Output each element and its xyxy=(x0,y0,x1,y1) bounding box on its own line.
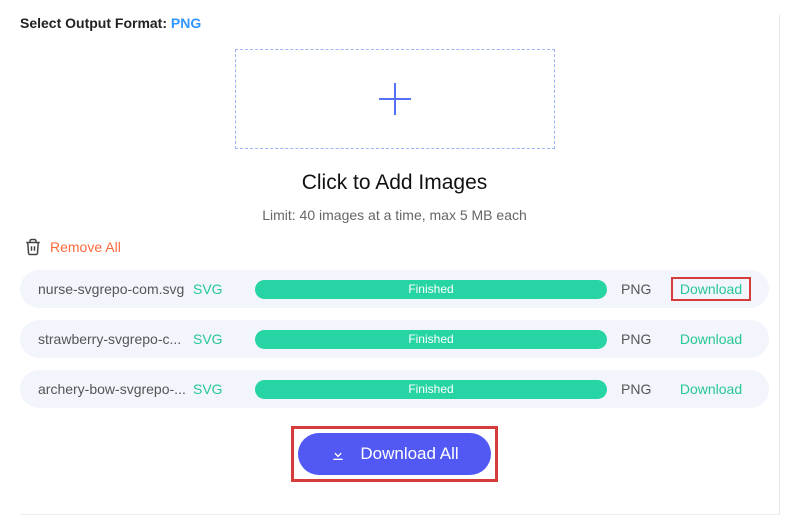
file-name: strawberry-svgrepo-c... xyxy=(38,331,193,347)
file-row: strawberry-svgrepo-c...SVG Finished PNGDow… xyxy=(20,320,769,358)
download-all-highlight: Download All xyxy=(291,426,497,482)
download-all-button[interactable]: Download All xyxy=(298,433,490,475)
file-name: nurse-svgrepo-com.svg xyxy=(38,281,193,297)
download-link[interactable]: Download xyxy=(671,277,751,301)
output-format-row: Select Output Format: PNG xyxy=(20,15,769,31)
progress-bar: Finished xyxy=(255,380,607,399)
file-source-format: SVG xyxy=(193,381,241,397)
upload-limit-text: Limit: 40 images at a time, max 5 MB eac… xyxy=(262,207,527,223)
file-row: archery-bow-svgrepo-...SVG Finished PNGDow… xyxy=(20,370,769,408)
output-format-value[interactable]: PNG xyxy=(171,15,201,31)
progress-bar: Finished xyxy=(255,280,607,299)
add-images-dropzone[interactable] xyxy=(235,49,555,149)
trash-icon[interactable] xyxy=(24,238,42,256)
remove-all-row: Remove All xyxy=(24,238,769,256)
download-link[interactable]: Download xyxy=(671,381,751,397)
file-target-format: PNG xyxy=(621,281,671,297)
download-icon xyxy=(330,446,346,462)
plus-icon xyxy=(373,77,417,121)
file-row: nurse-svgrepo-com.svgSVG Finished PNGDownl… xyxy=(20,270,769,308)
file-target-format: PNG xyxy=(621,331,671,347)
footer: Download All xyxy=(20,426,769,482)
file-list: nurse-svgrepo-com.svgSVGFinishedPNGDownl… xyxy=(20,270,769,408)
file-target-format: PNG xyxy=(621,381,671,397)
file-source-format: SVG xyxy=(193,281,241,297)
progress-bar: Finished xyxy=(255,330,607,349)
download-all-label: Download All xyxy=(360,444,458,464)
remove-all-link[interactable]: Remove All xyxy=(50,239,121,255)
upload-section: Click to Add Images Limit: 40 images at … xyxy=(20,49,769,223)
download-link[interactable]: Download xyxy=(671,331,751,347)
file-source-format: SVG xyxy=(193,331,241,347)
file-name: archery-bow-svgrepo-... xyxy=(38,381,193,397)
output-format-label: Select Output Format: xyxy=(20,15,171,31)
add-images-title: Click to Add Images xyxy=(302,171,488,195)
